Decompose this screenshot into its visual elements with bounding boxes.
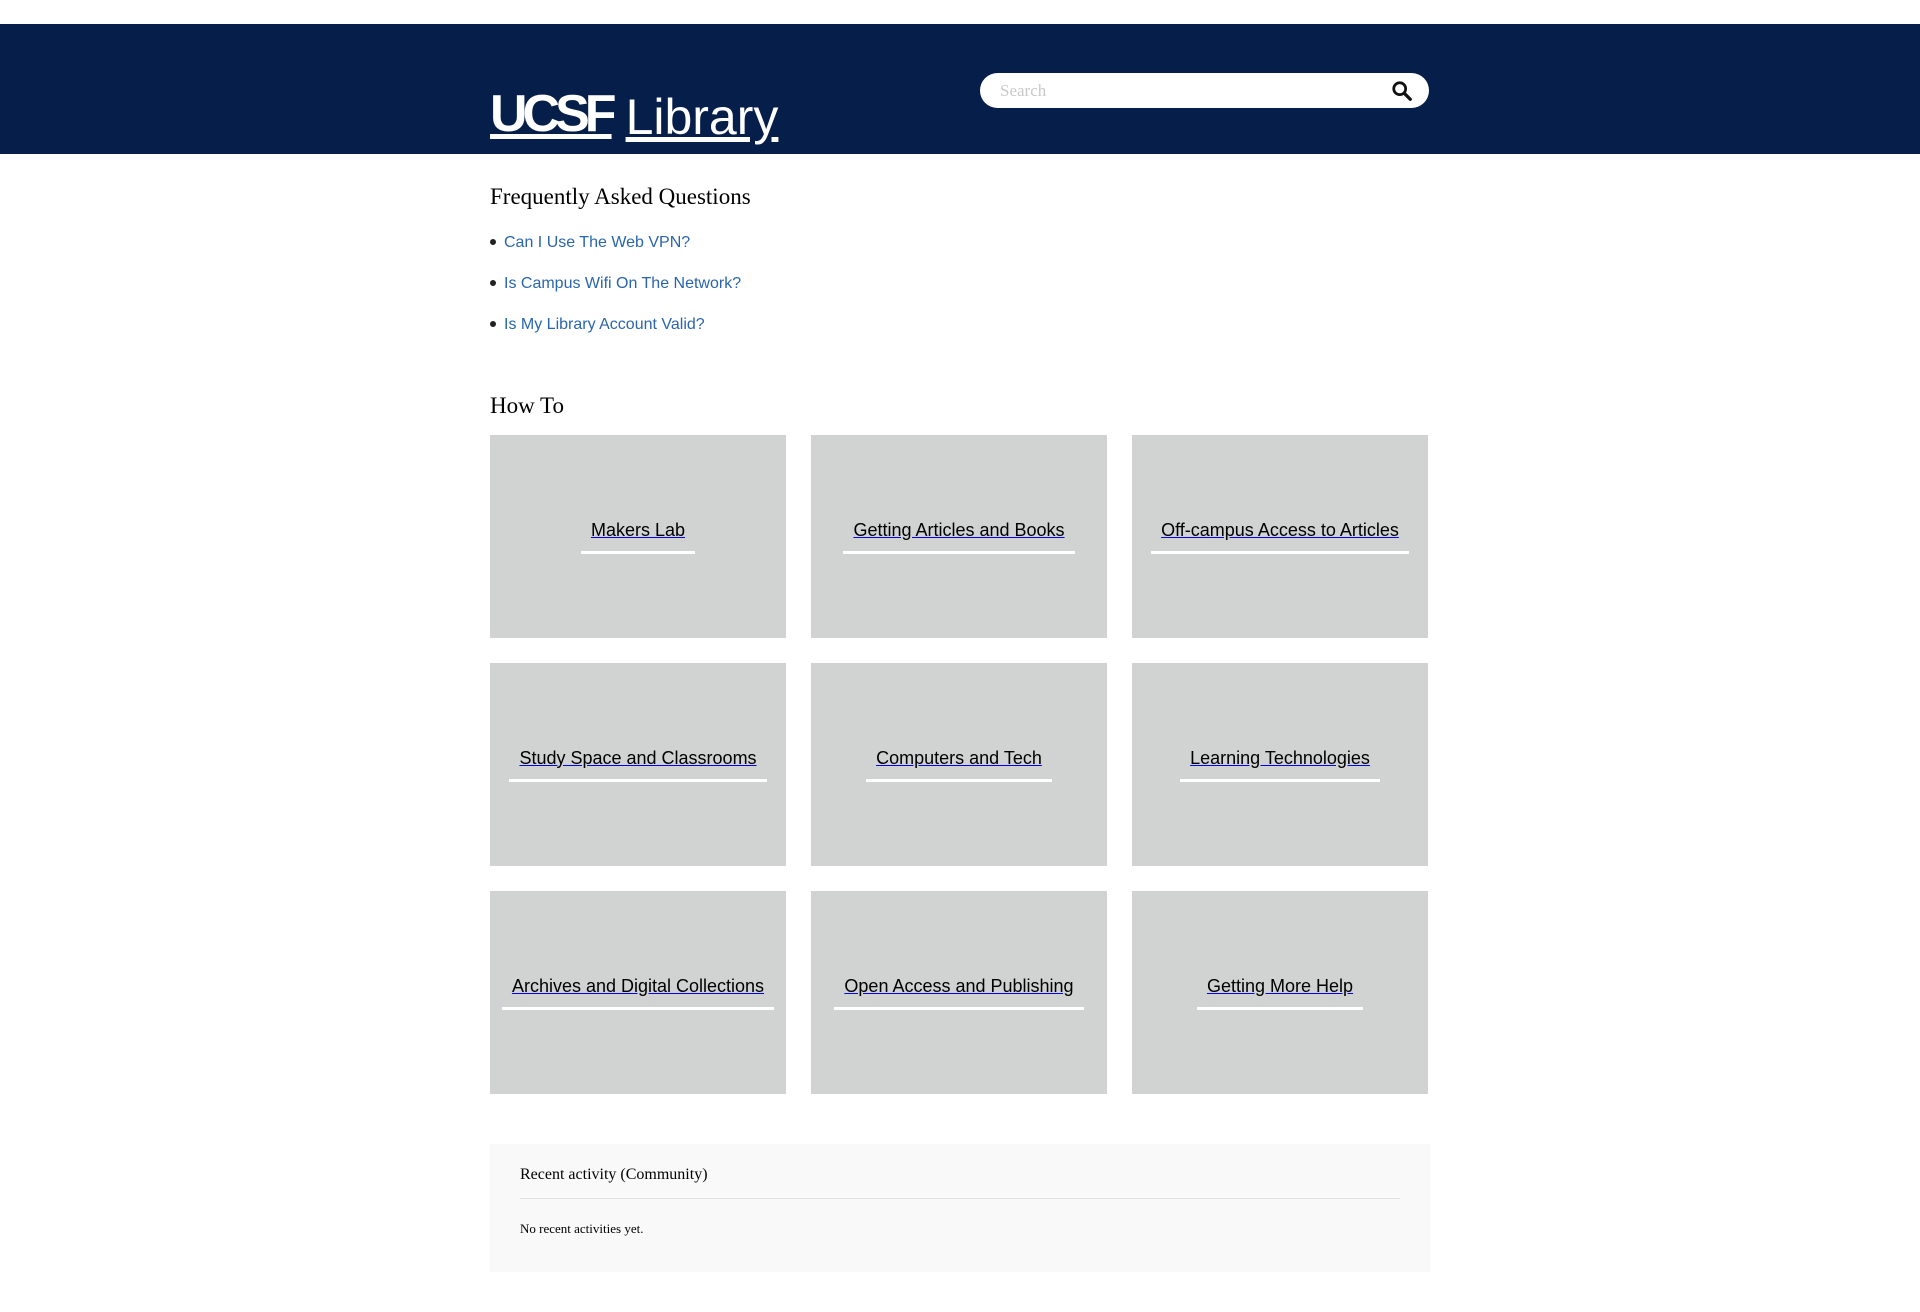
logo-library-text: Library [625, 89, 779, 145]
howto-section: How To Makers Lab Getting Articles and B… [490, 393, 1430, 1094]
tile-label: Off-campus Access to Articles [1151, 520, 1409, 554]
tile-label: Makers Lab [580, 520, 696, 554]
tile-label: Archives and Digital Collections [501, 976, 775, 1010]
tile-computers-and-tech[interactable]: Computers and Tech [811, 663, 1107, 866]
tile-open-access-publishing[interactable]: Open Access and Publishing [811, 891, 1107, 1094]
tile-label: Open Access and Publishing [834, 976, 1084, 1010]
faq-link-campus-wifi[interactable]: Is Campus Wifi On The Network? [504, 275, 741, 293]
faq-section: Frequently Asked Questions Can I Use The… [490, 184, 1430, 345]
howto-heading: How To [490, 393, 564, 418]
tile-label: Learning Technologies [1180, 748, 1380, 782]
tile-label: Getting More Help [1196, 976, 1364, 1010]
tile-label: Computers and Tech [866, 748, 1052, 782]
tile-makers-lab[interactable]: Makers Lab [490, 435, 786, 638]
faq-heading: Frequently Asked Questions [490, 184, 751, 209]
tile-archives-digital-collections[interactable]: Archives and Digital Collections [490, 891, 786, 1094]
recent-activity-empty-text: No recent activities yet. [520, 1221, 644, 1236]
bullet-icon [490, 239, 496, 245]
recent-activity-panel: Recent activity (Community) No recent ac… [490, 1144, 1430, 1272]
search-input[interactable] [1000, 80, 1389, 101]
recent-activity-title: Recent activity (Community) [520, 1166, 1400, 1199]
tile-study-space[interactable]: Study Space and Classrooms [490, 663, 786, 866]
bullet-icon [490, 280, 496, 286]
bullet-icon [490, 321, 496, 327]
faq-item: Is My Library Account Valid? [490, 304, 1430, 345]
search-icon[interactable] [1389, 78, 1415, 104]
tile-getting-more-help[interactable]: Getting More Help [1132, 891, 1428, 1094]
tile-learning-technologies[interactable]: Learning Technologies [1132, 663, 1428, 866]
ucsf-library-logo[interactable]: UCSF Library [490, 58, 778, 148]
faq-list: Can I Use The Web VPN? Is Campus Wifi On… [490, 222, 1430, 345]
logo-ucsf-text: UCSF [490, 85, 617, 143]
faq-link-library-account[interactable]: Is My Library Account Valid? [504, 316, 705, 334]
howto-grid: Makers Lab Getting Articles and Books Of… [490, 435, 1430, 1094]
search-bar [980, 73, 1429, 108]
faq-item: Can I Use The Web VPN? [490, 222, 1430, 263]
faq-item: Is Campus Wifi On The Network? [490, 263, 1430, 304]
tile-label: Getting Articles and Books [843, 520, 1075, 554]
tile-label: Study Space and Classrooms [509, 748, 767, 782]
faq-link-web-vpn[interactable]: Can I Use The Web VPN? [504, 234, 690, 252]
site-header: UCSF Library [0, 24, 1920, 154]
main-content: Frequently Asked Questions Can I Use The… [490, 154, 1430, 1272]
tile-getting-articles-and-books[interactable]: Getting Articles and Books [811, 435, 1107, 638]
tile-off-campus-access[interactable]: Off-campus Access to Articles [1132, 435, 1428, 638]
top-strip [0, 0, 1920, 24]
